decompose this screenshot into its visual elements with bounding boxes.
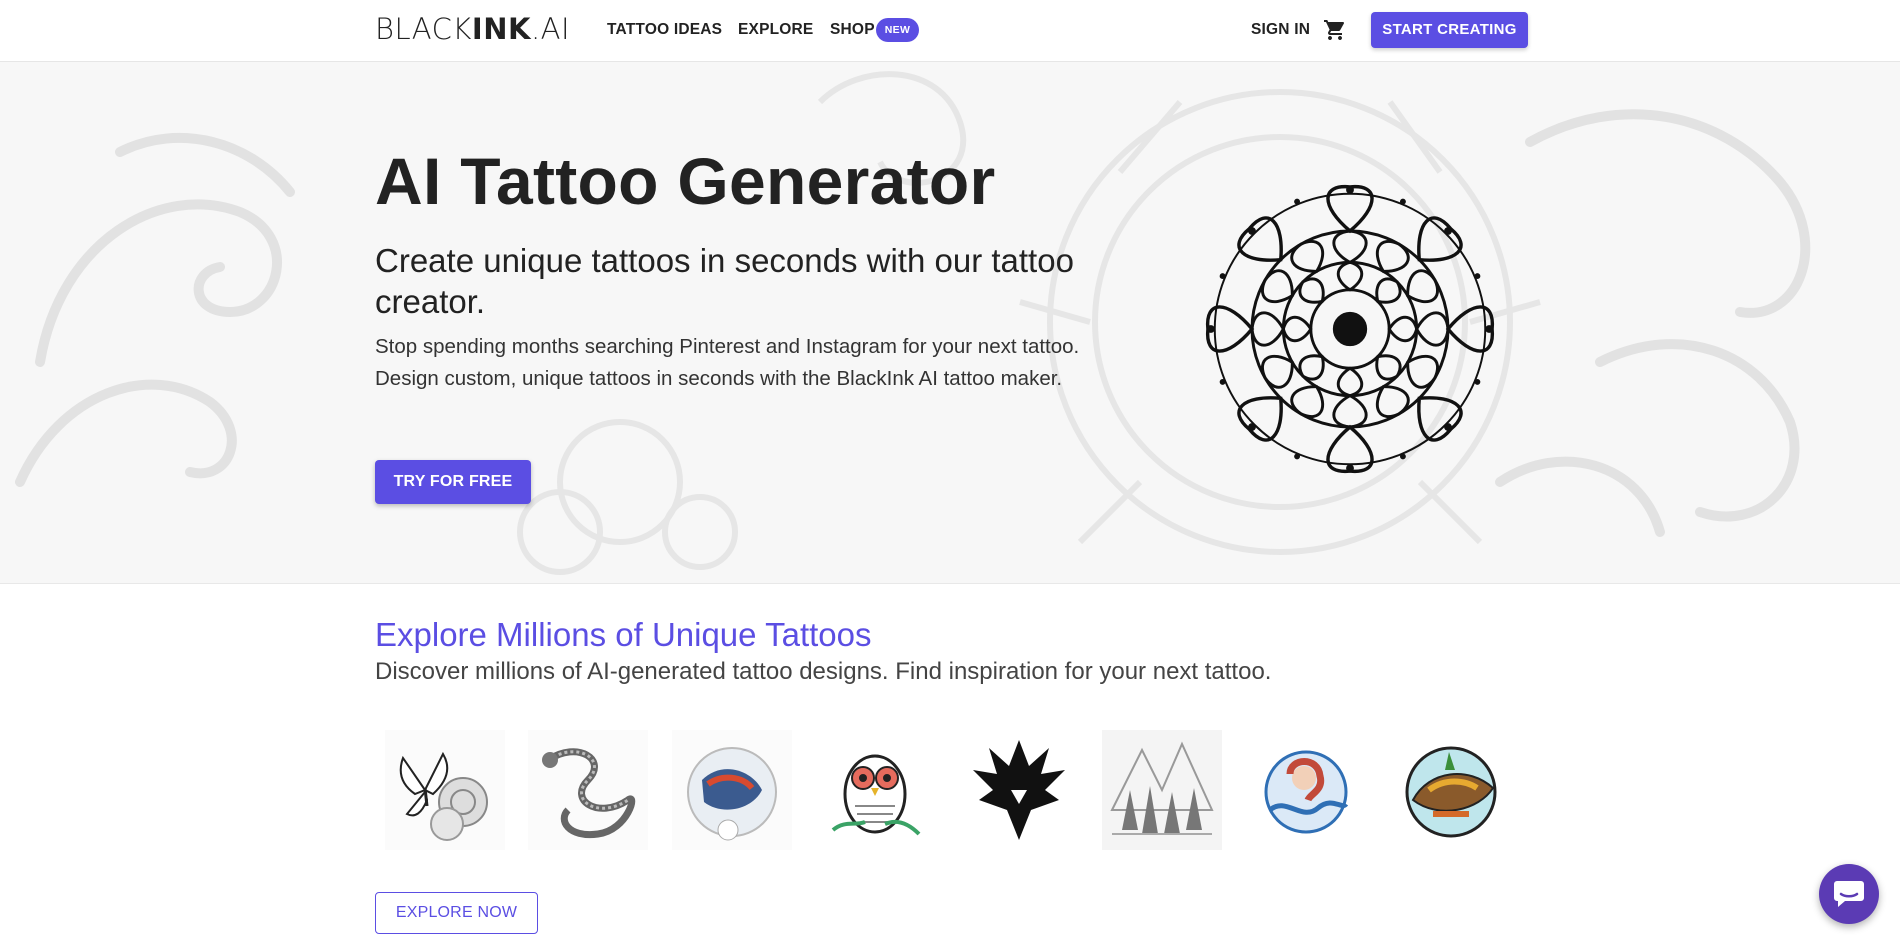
gallery-item-dragon[interactable] xyxy=(518,720,658,860)
gallery-item-eagle[interactable] xyxy=(949,720,1089,860)
explore-title: Explore Millions of Unique Tattoos xyxy=(375,616,872,653)
explore-subtitle: Discover millions of AI-generated tattoo… xyxy=(375,658,1272,685)
try-for-free-button[interactable]: TRY FOR FREE xyxy=(375,460,531,504)
gallery-item-mermaid-wave[interactable] xyxy=(1236,720,1376,860)
hero-subtitle: Create unique tattoos in seconds with ou… xyxy=(375,242,1074,320)
logo-text-bold: INK xyxy=(471,12,531,46)
nav-explore[interactable]: EXPLORE xyxy=(738,20,813,40)
mandala-tattoo-illustration xyxy=(1206,185,1494,473)
hero-section: AI Tattoo Generator Create unique tattoo… xyxy=(0,62,1900,584)
hero-background-illustration xyxy=(15,71,1811,575)
gallery-item-butterfly-roses[interactable] xyxy=(375,720,515,860)
chat-bubble-icon[interactable] xyxy=(1819,864,1879,924)
hero-title: AI Tattoo Generator xyxy=(375,144,996,218)
gallery-item-koi-fish[interactable] xyxy=(662,720,802,860)
new-badge: NEW xyxy=(876,18,919,42)
start-creating-button[interactable]: START CREATING xyxy=(1371,12,1528,48)
explore-now-button[interactable]: EXPLORE NOW xyxy=(375,892,538,934)
gallery-item-bird[interactable] xyxy=(1379,720,1519,860)
logo-text-suffix: .AI xyxy=(530,12,571,46)
gallery-item-mountain-forest[interactable] xyxy=(1092,720,1232,860)
hero-description: Stop spending months searching Pinterest… xyxy=(375,335,1080,390)
gallery-item-owl[interactable] xyxy=(805,720,945,860)
sign-in-link[interactable]: SIGN IN xyxy=(1251,20,1310,40)
logo-text-light: BLACK xyxy=(375,12,472,46)
nav-tattoo-ideas[interactable]: TATTOO IDEAS xyxy=(607,20,722,40)
nav-shop[interactable]: SHOP xyxy=(830,20,875,40)
blackink-logo[interactable]: BLACKINK.AI xyxy=(375,12,570,46)
shopping-cart-icon[interactable] xyxy=(1323,18,1347,42)
site-header: BLACKINK.AI TATTOO IDEAS EXPLORE SHOP NE… xyxy=(0,0,1900,62)
tattoo-gallery xyxy=(375,720,1525,860)
